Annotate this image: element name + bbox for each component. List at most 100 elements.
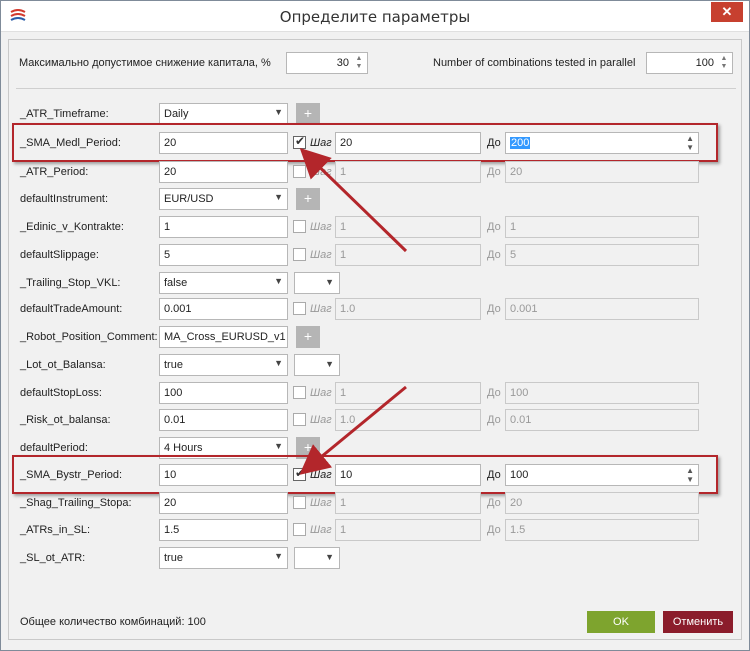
chevron-down-icon: ▼ [274, 107, 283, 117]
param-value: 4 Hours [164, 442, 203, 454]
param-value: Daily [164, 108, 189, 120]
chevron-down-icon: ▼ [274, 358, 283, 368]
param-value: MA_Cross_EURUSD_v1 [164, 331, 286, 343]
param-input[interactable]: 20 [159, 161, 288, 183]
chevron-down-icon: ▼ [325, 359, 334, 369]
param-input[interactable]: 1 [159, 216, 288, 238]
to-input[interactable]: 20 [505, 492, 699, 514]
param-input[interactable]: 100 [159, 382, 288, 404]
to-label: До [487, 387, 501, 399]
to-label: До [487, 249, 501, 261]
param-label: _Trailing_Stop_VKL: [20, 277, 121, 289]
param-input[interactable]: 5 [159, 244, 288, 266]
to-input[interactable]: 20 [505, 161, 699, 183]
ok-button[interactable]: OK [587, 611, 655, 633]
param-label: _ATR_Period: [20, 166, 89, 178]
operator-select[interactable]: ▼ [294, 272, 340, 294]
to-value: 20 [510, 166, 523, 178]
optimize-checkbox[interactable] [293, 496, 306, 509]
param-value: 100 [164, 387, 183, 399]
add-value-button[interactable]: + [296, 188, 320, 210]
step-label: Шаг [310, 221, 332, 233]
operator-select[interactable]: ▼ [294, 354, 340, 376]
to-label: До [487, 497, 501, 509]
step-label: Шаг [310, 497, 332, 509]
param-label: defaultSlippage: [20, 249, 99, 261]
param-select[interactable]: true ▼ [159, 354, 288, 376]
drawdown-spinner[interactable]: 30 ▲ ▼ [286, 52, 368, 74]
param-input[interactable]: 1.5 [159, 519, 288, 541]
step-input[interactable]: 1 [335, 382, 481, 404]
optimize-checkbox[interactable] [293, 220, 306, 233]
param-select[interactable]: false ▼ [159, 272, 288, 294]
param-label: _ATR_Timeframe: [20, 108, 109, 120]
param-input[interactable]: 0.01 [159, 409, 288, 431]
param-label: defaultTradeAmount: [20, 303, 123, 315]
title-bar: Определите параметры ✕ [1, 1, 749, 32]
spinner-arrows-icon[interactable]: ▲ ▼ [353, 55, 365, 71]
step-input[interactable]: 1 [335, 519, 481, 541]
to-input[interactable]: 100 [505, 382, 699, 404]
step-input[interactable]: 1 [335, 161, 481, 183]
operator-select[interactable]: ▼ [294, 547, 340, 569]
param-label: _SL_ot_ATR: [20, 552, 86, 564]
to-input[interactable]: 1.5 [505, 519, 699, 541]
param-value: EUR/USD [164, 193, 214, 205]
step-input[interactable]: 1 [335, 244, 481, 266]
param-label: _Robot_Position_Comment: [20, 331, 158, 343]
close-button[interactable]: ✕ [711, 2, 743, 22]
param-select[interactable]: true ▼ [159, 547, 288, 569]
optimize-checkbox[interactable] [293, 386, 306, 399]
add-value-button[interactable]: + [296, 326, 320, 348]
param-value: 0.01 [164, 414, 186, 426]
parallel-spinner[interactable]: 100 ▲ ▼ [646, 52, 733, 74]
step-label: Шаг [310, 249, 332, 261]
param-value: 1.5 [164, 524, 180, 536]
optimize-checkbox[interactable] [293, 165, 306, 178]
chevron-down-icon: ▼ [325, 277, 334, 287]
optimize-checkbox[interactable] [293, 248, 306, 261]
param-label: _Shag_Trailing_Stopa: [20, 497, 132, 509]
param-value: true [164, 552, 183, 564]
dialog-window: Определите параметры ✕ Максимально допус… [0, 0, 750, 651]
to-value: 1 [510, 221, 517, 233]
to-label: До [487, 524, 501, 536]
step-input[interactable]: 1 [335, 492, 481, 514]
add-value-button[interactable]: + [296, 103, 320, 125]
step-input[interactable]: 1.0 [335, 409, 481, 431]
step-input[interactable]: 1.0 [335, 298, 481, 320]
param-label: _Lot_ot_Balansa: [20, 359, 106, 371]
param-value: 0.001 [164, 303, 192, 315]
to-input[interactable]: 0.001 [505, 298, 699, 320]
to-input[interactable]: 0.01 [505, 409, 699, 431]
annotation-highlight-box [12, 455, 718, 494]
step-label: Шаг [310, 524, 332, 536]
spinner-arrows-icon[interactable]: ▲ ▼ [718, 55, 730, 71]
annotation-highlight-box [12, 123, 718, 162]
param-value: 5 [164, 249, 171, 261]
param-value: 20 [164, 166, 177, 178]
cancel-button[interactable]: Отменить [663, 611, 733, 633]
step-label: Шаг [310, 303, 332, 315]
param-input[interactable]: 20 [159, 492, 288, 514]
separator [16, 88, 736, 89]
chevron-down-icon: ▼ [274, 441, 283, 451]
drawdown-label: Максимально допустимое снижение капитала… [19, 57, 271, 69]
to-value: 0.01 [510, 414, 532, 426]
step-label: Шаг [310, 166, 332, 178]
parallel-value: 100 [695, 57, 714, 69]
param-label: _Risk_ot_balansa: [20, 414, 111, 426]
param-select[interactable]: Daily ▼ [159, 103, 288, 125]
optimize-checkbox[interactable] [293, 413, 306, 426]
param-select[interactable]: EUR/USD ▼ [159, 188, 288, 210]
to-input[interactable]: 1 [505, 216, 699, 238]
step-input[interactable]: 1 [335, 216, 481, 238]
param-input[interactable]: 0.001 [159, 298, 288, 320]
param-label: defaultInstrument: [20, 193, 109, 205]
optimize-checkbox[interactable] [293, 523, 306, 536]
param-value: true [164, 359, 183, 371]
param-input[interactable]: MA_Cross_EURUSD_v1 [159, 326, 288, 348]
to-input[interactable]: 5 [505, 244, 699, 266]
step-label: Шаг [310, 414, 332, 426]
optimize-checkbox[interactable] [293, 302, 306, 315]
